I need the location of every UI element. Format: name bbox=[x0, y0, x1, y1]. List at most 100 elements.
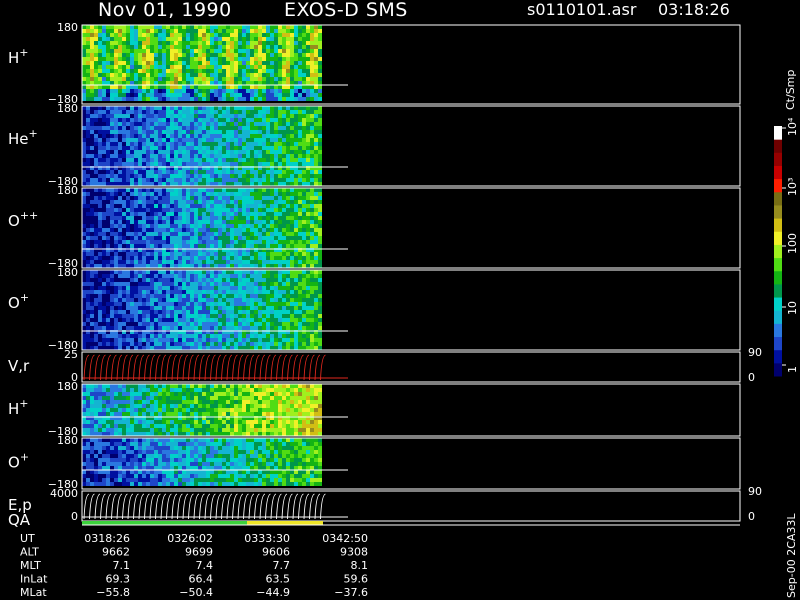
heatmap-cell bbox=[126, 33, 130, 37]
heatmap-cell bbox=[270, 310, 274, 314]
heatmap-cell bbox=[278, 182, 282, 186]
heatmap-cell bbox=[134, 142, 138, 146]
heatmap-cell bbox=[90, 192, 94, 196]
heatmap-cell bbox=[262, 260, 266, 264]
heatmap-cell bbox=[146, 278, 150, 282]
heatmap-cell bbox=[126, 162, 130, 166]
trace-segment bbox=[171, 354, 178, 381]
heatmap-cell bbox=[174, 37, 178, 41]
heatmap-cell bbox=[238, 174, 242, 178]
heatmap-cell bbox=[186, 174, 190, 178]
heatmap-cell bbox=[130, 326, 134, 330]
heatmap-cell bbox=[158, 252, 162, 256]
heatmap-cell bbox=[298, 150, 302, 154]
heatmap-cell bbox=[314, 216, 318, 220]
heatmap-cell bbox=[142, 310, 146, 314]
heatmap-cell bbox=[202, 204, 206, 208]
trace-segment bbox=[265, 354, 271, 381]
heatmap-cell bbox=[206, 178, 210, 182]
heatmap-cell bbox=[158, 89, 162, 93]
heatmap-cell bbox=[310, 146, 314, 150]
heatmap-cell bbox=[318, 114, 322, 118]
heatmap-cell bbox=[198, 146, 202, 150]
heatmap-cell bbox=[106, 69, 110, 73]
heatmap-cell bbox=[234, 244, 238, 248]
heatmap-cell bbox=[294, 106, 298, 110]
heatmap-cell bbox=[202, 220, 206, 224]
heatmap-cell bbox=[294, 158, 298, 162]
heatmap-cell bbox=[282, 57, 286, 61]
heatmap-cell bbox=[270, 220, 274, 224]
heatmap-cell bbox=[258, 216, 262, 220]
heatmap-cell bbox=[230, 290, 234, 294]
heatmap-cell bbox=[218, 61, 222, 65]
heatmap-cell bbox=[306, 138, 310, 142]
heatmap-cell bbox=[250, 81, 254, 85]
heatmap-cell bbox=[114, 274, 118, 278]
heatmap-cell bbox=[98, 232, 102, 236]
heatmap-cell bbox=[310, 188, 314, 192]
heatmap-cell bbox=[250, 286, 254, 290]
heatmap-cell bbox=[110, 170, 114, 174]
heatmap-cell bbox=[142, 290, 146, 294]
heatmap-cell bbox=[110, 41, 114, 45]
heatmap-cell bbox=[282, 290, 286, 294]
heatmap-cell bbox=[102, 318, 106, 322]
heatmap-cell bbox=[202, 154, 206, 158]
heatmap-cell bbox=[82, 384, 86, 388]
heatmap-cell bbox=[186, 142, 190, 146]
heatmap-cell bbox=[182, 89, 186, 93]
heatmap-cell bbox=[86, 204, 90, 208]
heatmap-cell bbox=[170, 256, 174, 260]
heatmap-cell bbox=[110, 294, 114, 298]
heatmap-cell bbox=[118, 178, 122, 182]
heatmap-cell bbox=[110, 114, 114, 118]
heatmap-cell bbox=[262, 106, 266, 110]
heatmap-cell bbox=[234, 310, 238, 314]
heatmap-cell bbox=[266, 150, 270, 154]
heatmap-cell bbox=[122, 45, 126, 49]
heatmap-cell bbox=[218, 310, 222, 314]
heatmap-cell bbox=[222, 134, 226, 138]
heatmap-cell bbox=[266, 25, 270, 29]
heatmap-cell bbox=[134, 326, 138, 330]
heatmap-cell bbox=[178, 240, 182, 244]
heatmap-cell bbox=[174, 252, 178, 256]
heatmap-cell bbox=[238, 208, 242, 212]
heatmap-cell bbox=[82, 346, 86, 350]
heatmap-cell bbox=[234, 174, 238, 178]
heatmap-cell bbox=[98, 240, 102, 244]
heatmap-cell bbox=[262, 45, 266, 49]
heatmap-cell bbox=[122, 286, 126, 290]
heatmap-cell bbox=[158, 142, 162, 146]
heatmap-cell bbox=[86, 170, 90, 174]
heatmap-cell bbox=[130, 420, 134, 424]
heatmap-cell bbox=[194, 212, 198, 216]
heatmap-cell bbox=[226, 256, 230, 260]
heatmap-cell bbox=[274, 282, 278, 286]
heatmap-cell bbox=[82, 216, 86, 220]
heatmap-cell bbox=[122, 29, 126, 33]
heatmap-cell bbox=[166, 208, 170, 212]
heatmap-cell bbox=[218, 130, 222, 134]
heatmap-cell bbox=[130, 162, 134, 166]
heatmap-cell bbox=[134, 41, 138, 45]
heatmap-cell bbox=[242, 81, 246, 85]
trace-segment bbox=[243, 354, 249, 381]
heatmap-cell bbox=[226, 49, 230, 53]
heatmap-cell bbox=[86, 392, 90, 396]
heatmap-cell bbox=[94, 85, 98, 89]
heatmap-cell bbox=[318, 244, 322, 248]
heatmap-cell bbox=[226, 290, 230, 294]
heatmap-panel-3 bbox=[82, 188, 322, 268]
heatmap-cell bbox=[198, 106, 202, 110]
heatmap-cell bbox=[262, 41, 266, 45]
heatmap-cell bbox=[310, 264, 314, 268]
heatmap-cell bbox=[190, 244, 194, 248]
heatmap-cell bbox=[110, 57, 114, 61]
heatmap-cell bbox=[318, 286, 322, 290]
heatmap-cell bbox=[262, 270, 266, 274]
heatmap-cell bbox=[214, 236, 218, 240]
heatmap-cell bbox=[82, 286, 86, 290]
heatmap-cell bbox=[122, 310, 126, 314]
